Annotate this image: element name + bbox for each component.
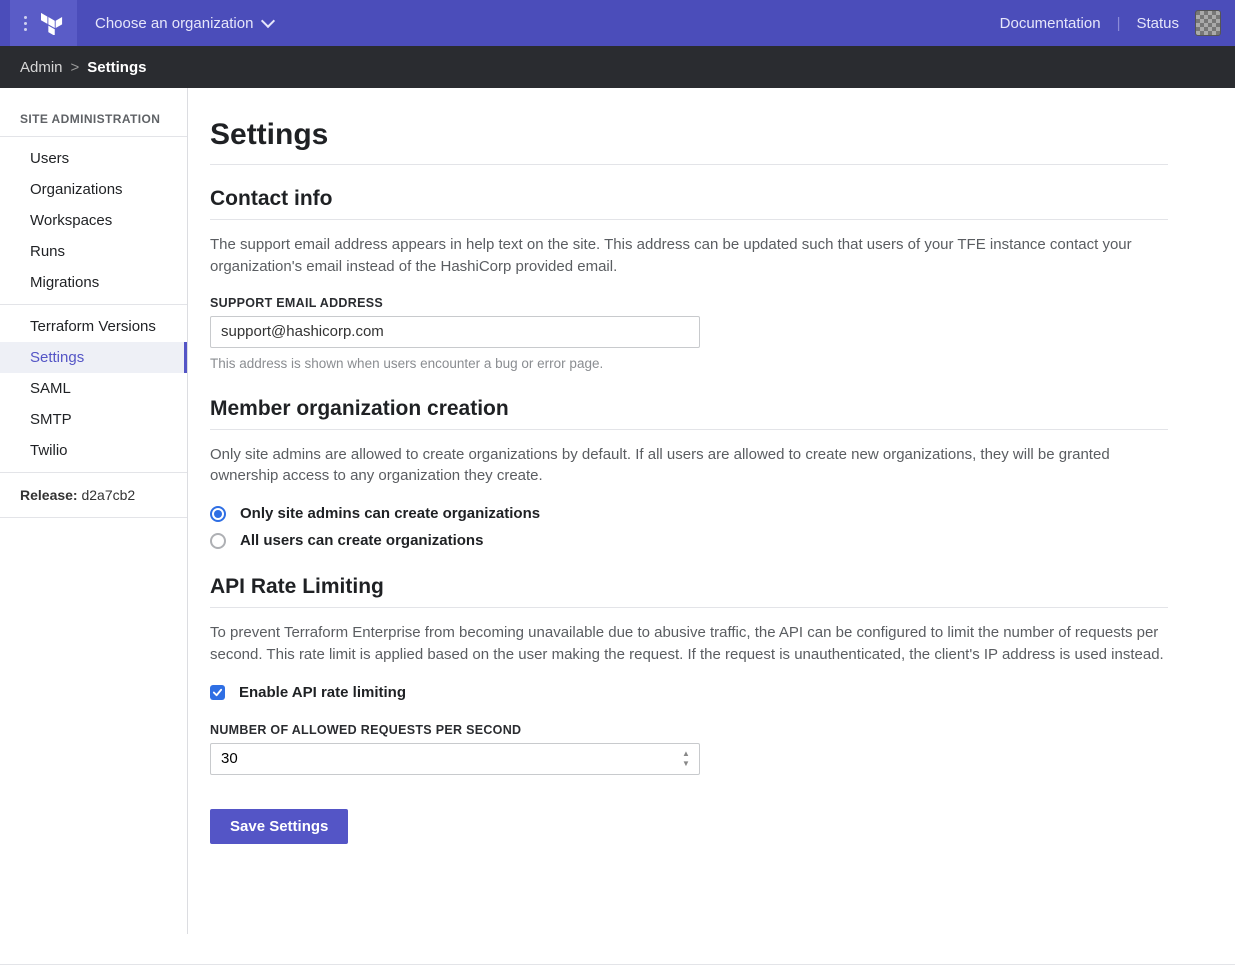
member-org-description: Only site admins are allowed to create o… (210, 444, 1168, 488)
radio-option-all-users[interactable]: All users can create organizations (210, 532, 1168, 549)
sidebar-item-users[interactable]: Users (0, 143, 187, 174)
release-label: Release: (20, 487, 78, 503)
chevron-down-icon (261, 14, 275, 28)
member-org-heading: Member organization creation (210, 397, 1168, 430)
sidebar-item-organizations[interactable]: Organizations (0, 174, 187, 205)
requests-per-second-input[interactable] (210, 743, 700, 775)
sidebar-group-2: Terraform Versions Settings SAML SMTP Tw… (0, 305, 187, 473)
page-title: Settings (210, 118, 1168, 165)
checkbox-icon[interactable] (210, 685, 225, 700)
enable-rate-limit-row[interactable]: Enable API rate limiting (210, 684, 1168, 701)
status-link[interactable]: Status (1136, 15, 1179, 32)
release-info: Release: d2a7cb2 (0, 473, 187, 518)
radio-icon[interactable] (210, 533, 226, 549)
logo-block (10, 0, 77, 46)
support-email-help: This address is shown when users encount… (210, 356, 1168, 371)
menu-dots-icon[interactable] (20, 12, 31, 35)
sidebar-item-settings[interactable]: Settings (0, 342, 187, 373)
sidebar-group-1: Users Organizations Workspaces Runs Migr… (0, 137, 187, 305)
sidebar-item-workspaces[interactable]: Workspaces (0, 205, 187, 236)
release-value: d2a7cb2 (81, 487, 135, 503)
contact-heading: Contact info (210, 187, 1168, 220)
rate-limit-heading: API Rate Limiting (210, 575, 1168, 608)
org-picker[interactable]: Choose an organization (95, 15, 273, 32)
radio-label: All users can create organizations (240, 532, 483, 549)
documentation-link[interactable]: Documentation (1000, 15, 1101, 32)
enable-rate-limit-label: Enable API rate limiting (239, 684, 406, 701)
sidebar-item-migrations[interactable]: Migrations (0, 267, 187, 298)
sidebar-heading: SITE ADMINISTRATION (0, 112, 187, 137)
sidebar-item-smtp[interactable]: SMTP (0, 404, 187, 435)
top-bar: Choose an organization Documentation | S… (0, 0, 1235, 46)
main-content: Settings Contact info The support email … (188, 88, 1208, 934)
breadcrumb: Admin > Settings (0, 46, 1235, 88)
radio-icon[interactable] (210, 506, 226, 522)
breadcrumb-current: Settings (87, 59, 146, 76)
breadcrumb-separator: > (71, 59, 80, 76)
support-email-label: SUPPORT EMAIL ADDRESS (210, 296, 1168, 310)
support-email-input[interactable] (210, 316, 700, 348)
sidebar-item-saml[interactable]: SAML (0, 373, 187, 404)
breadcrumb-admin[interactable]: Admin (20, 59, 63, 76)
sidebar: SITE ADMINISTRATION Users Organizations … (0, 88, 188, 934)
contact-description: The support email address appears in hel… (210, 234, 1168, 278)
radio-option-admins-only[interactable]: Only site admins can create organization… (210, 505, 1168, 522)
rate-limit-description: To prevent Terraform Enterprise from bec… (210, 622, 1168, 666)
requests-per-second-label: NUMBER OF ALLOWED REQUESTS PER SECOND (210, 723, 1168, 737)
avatar[interactable] (1195, 10, 1221, 36)
radio-label: Only site admins can create organization… (240, 505, 540, 522)
divider: | (1117, 15, 1121, 32)
terraform-logo-icon[interactable] (41, 11, 63, 35)
org-picker-label: Choose an organization (95, 15, 253, 32)
sidebar-item-runs[interactable]: Runs (0, 236, 187, 267)
sidebar-item-twilio[interactable]: Twilio (0, 435, 187, 466)
sidebar-item-terraform-versions[interactable]: Terraform Versions (0, 311, 187, 342)
save-settings-button[interactable]: Save Settings (210, 809, 348, 844)
